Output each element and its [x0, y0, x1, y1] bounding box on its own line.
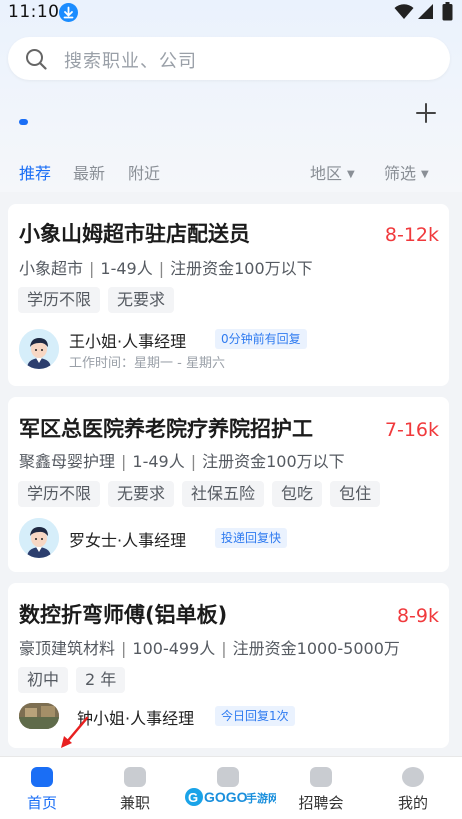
job-tag: 包吃	[272, 481, 323, 507]
job-salary: 8-9k	[396, 605, 439, 627]
reply-badge: 0分钟前有回复	[215, 329, 307, 349]
recruiter-row: 罗女士·人事经理 投递回复快	[19, 518, 439, 560]
status-bar: 11:10	[0, 0, 462, 26]
company-capital: 注册资金1000-5000万	[232, 639, 400, 658]
job-tag: 2 年	[76, 667, 126, 693]
add-icon[interactable]	[416, 103, 436, 123]
search-icon	[26, 49, 47, 70]
job-title: 军区总医院养老院疗养院招护工	[19, 417, 313, 441]
company-size: 1-49人	[100, 259, 153, 278]
nav-profile[interactable]: 我的	[373, 757, 453, 819]
tag-list: 初中 2 年	[18, 667, 126, 693]
filter-region[interactable]: 地区 ▼	[310, 160, 355, 184]
tab-nearby[interactable]: 附近	[128, 160, 160, 184]
nav-label: 兼职	[119, 794, 150, 812]
briefcase-icon	[31, 767, 53, 787]
job-tag: 无要求	[108, 287, 175, 313]
company-line: 聚鑫母婴护理 | 1-49人 | 注册资金100万以下	[19, 452, 345, 471]
caret-down-icon: ▼	[421, 169, 429, 180]
job-tag: 学历不限	[18, 287, 101, 313]
wifi-icon	[394, 4, 414, 19]
svg-text:G: G	[188, 790, 198, 805]
filter-screen[interactable]: 筛选 ▼	[384, 160, 429, 184]
company-size: 100-499人	[132, 639, 216, 658]
annotation-arrow	[61, 716, 89, 748]
nav-label: 我的	[397, 794, 428, 812]
caret-down-icon: ▼	[347, 169, 355, 180]
nav-jobfair[interactable]: 招聘会	[281, 757, 361, 819]
company-name: 豪顶建筑材料	[19, 639, 116, 658]
job-salary: 8-12k	[384, 224, 439, 246]
banner-indicator	[19, 119, 28, 125]
avatar	[19, 329, 59, 369]
search-input[interactable]: 搜索职业、公司	[8, 37, 450, 80]
company-line: 小象超市 | 1-49人 | 注册资金100万以下	[19, 259, 313, 278]
work-time: 工作时间：星期一 - 星期六	[69, 356, 225, 371]
filter-region-label: 地区	[310, 164, 343, 183]
recruiter-name: 王小姐·人事经理	[69, 332, 187, 351]
job-title: 小象山姆超市驻店配送员	[19, 222, 250, 246]
company-size: 1-49人	[132, 452, 185, 471]
nav-label: 招聘会	[298, 794, 344, 812]
tag-list: 学历不限 无要求	[18, 287, 175, 313]
job-card[interactable]: 小象山姆超市驻店配送员 8-12k 小象超市 | 1-49人 | 注册资金100万以下 …	[8, 204, 449, 386]
download-icon	[59, 3, 78, 22]
reply-badge: 今日回复1次	[215, 706, 295, 726]
search-placeholder: 搜索职业、公司	[64, 51, 197, 72]
company-line: 豪顶建筑材料 | 100-499人 | 注册资金1000-5000万	[19, 639, 400, 658]
job-tag: 学历不限	[18, 481, 101, 507]
nav-home[interactable]: 首页	[2, 757, 82, 819]
tab-recommend[interactable]: 推荐	[19, 160, 51, 184]
filter-screen-label: 筛选	[384, 164, 417, 183]
svg-text:手游网: 手游网	[246, 791, 276, 805]
job-tag: 初中	[18, 667, 69, 693]
watermark-logo: G GOGO 手游网	[185, 788, 276, 806]
company-name: 聚鑫母婴护理	[19, 452, 116, 471]
job-tag: 社保五险	[182, 481, 265, 507]
play-icon	[310, 767, 332, 787]
tab-bar: 推荐 最新 附近 地区 ▼ 筛选 ▼	[0, 160, 462, 184]
avatar	[19, 518, 59, 558]
smile-icon	[402, 767, 424, 787]
recruiter-name: 钟小姐·人事经理	[77, 709, 195, 728]
recruiter-row: 王小姐·人事经理 0分钟前有回复 工作时间：星期一 - 星期六	[19, 328, 439, 372]
svg-text:GOGO: GOGO	[204, 789, 248, 805]
status-time: 11:10	[8, 2, 60, 22]
nav-parttime[interactable]: 兼职	[95, 757, 175, 819]
company-capital: 注册资金100万以下	[202, 452, 345, 471]
company-name: 小象超市	[19, 259, 84, 278]
avatar	[19, 703, 59, 729]
signal-icon	[418, 4, 433, 19]
reply-badge: 投递回复快	[215, 528, 288, 548]
tab-latest[interactable]: 最新	[73, 160, 105, 184]
job-tag: 包住	[330, 481, 381, 507]
nav-label: 首页	[26, 794, 57, 812]
job-title: 数控折弯师傅(铝单板)	[19, 603, 228, 627]
battery-icon	[442, 2, 453, 21]
job-salary: 7-16k	[384, 419, 439, 441]
job-tag: 无要求	[108, 481, 175, 507]
recruiter-name: 罗女士·人事经理	[69, 531, 187, 550]
company-capital: 注册资金100万以下	[170, 259, 313, 278]
tag-list: 学历不限 无要求 社保五险 包吃 包住	[18, 481, 381, 507]
job-card[interactable]: 军区总医院养老院疗养院招护工 7-16k 聚鑫母婴护理 | 1-49人 | 注册资金10…	[8, 397, 449, 572]
clock-icon	[124, 767, 146, 787]
